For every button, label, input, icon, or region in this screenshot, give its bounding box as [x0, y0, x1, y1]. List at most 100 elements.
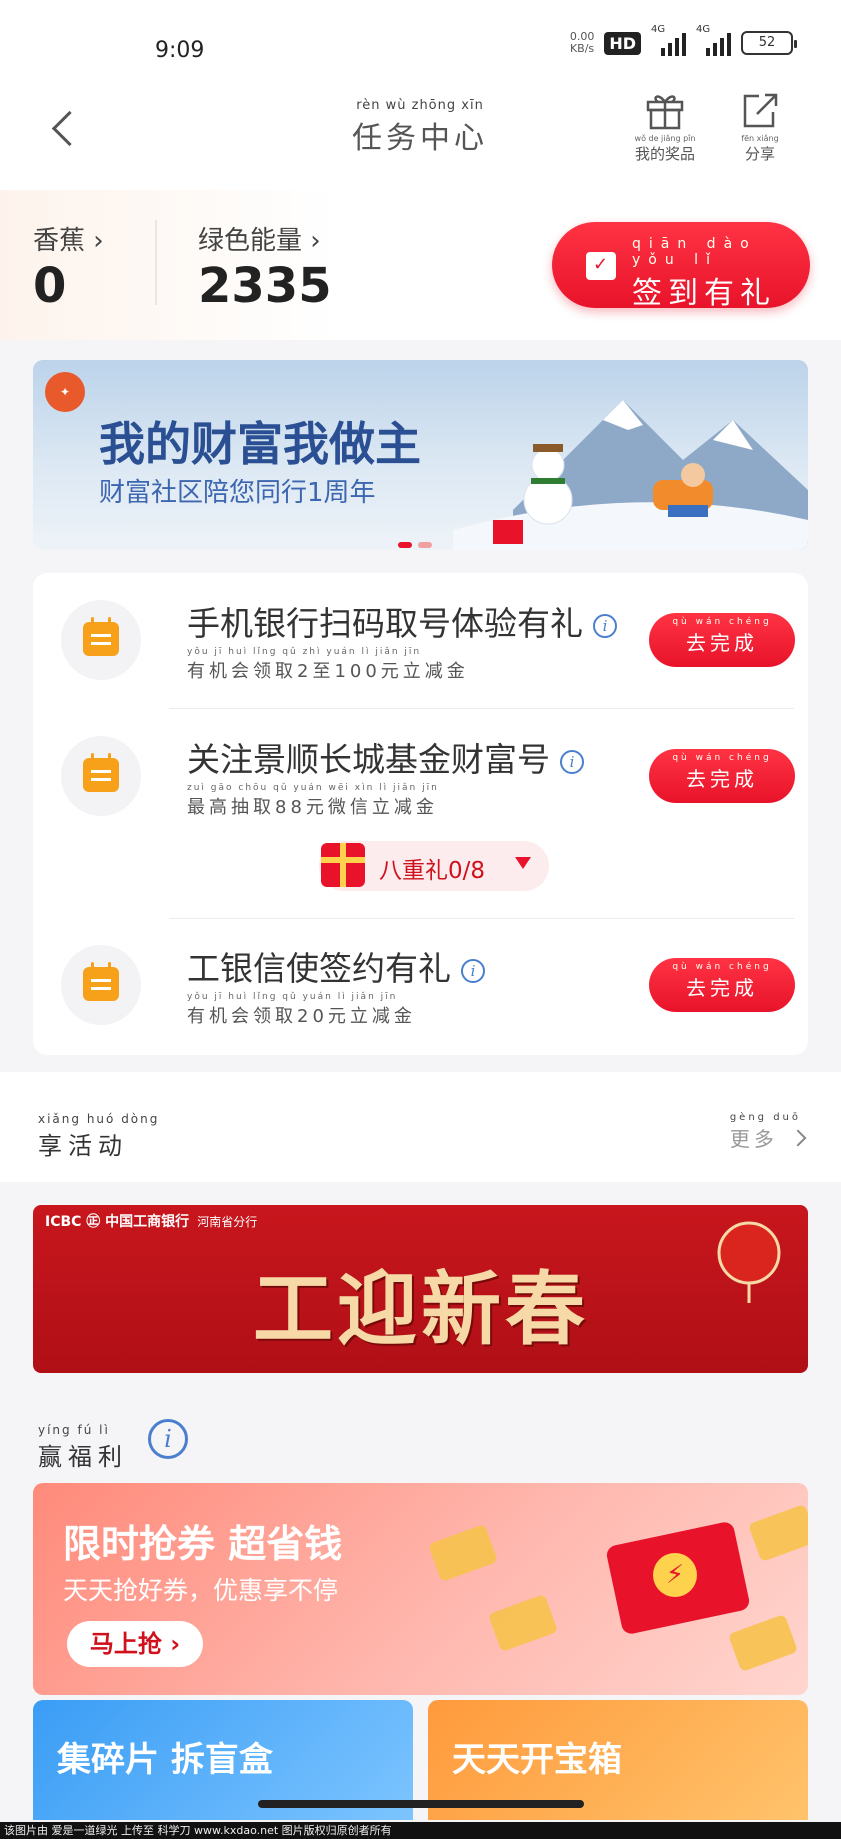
energy-value: 2335: [198, 258, 332, 314]
share-pinyin: fēn xiǎng: [741, 134, 779, 143]
task-subtitle-pinyin: yǒu jī huì lǐng qǔ zhì yuán lì jiǎn jīn: [187, 647, 422, 657]
go-complete-button[interactable]: qù wán chéng 去完成: [649, 749, 795, 803]
button-label: 去完成: [686, 976, 758, 1000]
eight-gifts-toggle[interactable]: 八重礼0/8: [319, 841, 549, 891]
section-title-pinyin: yíng fú lì: [38, 1423, 110, 1437]
grab-now-button[interactable]: 马上抢 ›: [67, 1621, 203, 1667]
task-title: 工银信使签约有礼 i: [187, 942, 485, 990]
status-icons: 0.00 KB/s HD 4G 4G 52: [569, 24, 797, 56]
page-title-pinyin: rèn wù zhōng xīn: [356, 98, 484, 113]
task-center-screen: 9:09 0.00 KB/s HD 4G 4G 52 rèn wù zhōng …: [0, 0, 841, 1839]
banner-slogan: 工迎新春: [253, 1262, 589, 1356]
banana-link[interactable]: 香蕉 ›: [33, 220, 104, 257]
task-title: 关注景顺长城基金财富号 i: [187, 733, 584, 781]
gift-box-icon: [321, 843, 365, 887]
share-button[interactable]: fēn xiǎng 分享: [725, 90, 795, 164]
tile-title: 集碎片 拆盲盒: [57, 1740, 273, 1780]
watermark-footer: 该图片由 爱是一道绿光 上传至 科学刀 www.kxdao.net 图片版权归原…: [0, 1822, 841, 1839]
banana-label: 香蕉: [33, 226, 86, 256]
winter-scene-illustration: [453, 400, 808, 550]
chevron-right-icon: ›: [93, 226, 104, 256]
calendar-icon: [83, 962, 119, 1001]
gift-icon: [646, 95, 684, 130]
task-item: 手机银行扫码取号体验有礼 i yǒu jī huì lǐng qǔ zhì yuá…: [33, 573, 808, 703]
task-subtitle: yǒu jī huì lǐng qǔ zhì yuán lì jiǎn jīn …: [187, 647, 469, 683]
task-title-text: 关注景顺长城基金财富号: [187, 740, 550, 779]
divider: [155, 220, 157, 305]
my-prizes-pinyin: wǒ de jiǎng pǐn: [634, 134, 696, 143]
promo-banner-wealth[interactable]: ✦ 我的财富我做主 财富社区陪您同行1周年: [33, 360, 808, 550]
lightning-icon: ⚡: [653, 1553, 697, 1597]
lantern-icon: [717, 1221, 781, 1303]
button-pinyin: qù wán chéng: [672, 617, 772, 627]
sign-in-button[interactable]: qiān dào yǒu lǐ 签到有礼: [552, 222, 810, 311]
banner-title: 我的财富我做主: [99, 417, 421, 471]
coupon-decoration: [727, 1613, 799, 1673]
signal-icon-2: 4G: [696, 24, 731, 56]
network-type-2: 4G: [696, 24, 711, 35]
tile-title: 天天开宝箱: [452, 1740, 622, 1780]
my-prizes-button[interactable]: wǒ de jiǎng pǐn 我的奖品: [625, 90, 705, 164]
go-complete-button[interactable]: qù wán chéng 去完成: [649, 958, 795, 1012]
spring-festival-banner[interactable]: ICBC ㊣ 中国工商银行 河南省分行 工迎新春: [33, 1205, 808, 1373]
status-time: 9:09: [155, 38, 205, 63]
section-title-text: 享活动: [38, 1132, 128, 1160]
hd-icon: HD: [604, 31, 641, 55]
welfare-section-header: yíng fú lì 赢福利 i: [0, 1395, 841, 1475]
task-list-card: 手机银行扫码取号体验有礼 i yǒu jī huì lǐng qǔ zhì yuá…: [33, 573, 808, 1055]
icbc-brand: ICBC ㊣ 中国工商银行 河南省分行: [45, 1211, 257, 1231]
signal-icon: 4G: [651, 24, 686, 56]
task-title-text: 手机银行扫码取号体验有礼: [187, 604, 583, 643]
task-title: 手机银行扫码取号体验有礼 i: [187, 597, 617, 645]
battery-icon: 52: [741, 31, 797, 55]
task-subtitle-text: 最高抽取88元微信立减金: [187, 797, 438, 818]
calendar-icon: [83, 617, 119, 656]
section-title: xiǎng huó dòng 享活动: [38, 1112, 159, 1161]
more-link[interactable]: gèng duō 更多: [730, 1112, 807, 1152]
task-subtitle-text: 有机会领取2至100元立减金: [187, 661, 469, 682]
coupon-decoration: [427, 1523, 499, 1583]
task-icon-circle: [61, 600, 141, 680]
info-icon[interactable]: i: [593, 613, 617, 638]
task-subtitle: zuì gāo chōu qǔ yuán wēi xìn lì jiǎn jīn…: [187, 783, 439, 819]
banner-subtitle: 财富社区陪您同行1周年: [99, 478, 376, 508]
energy-label: 绿色能量: [198, 226, 303, 256]
coupon-decoration: [747, 1503, 808, 1563]
coupon-decoration: [487, 1593, 559, 1653]
share-icon: [743, 93, 778, 128]
task-icon-circle: [61, 945, 141, 1025]
points-summary: 香蕉 › 0 绿色能量 › 2335 qiān dào yǒu lǐ 签到有礼: [0, 190, 841, 340]
info-icon[interactable]: i: [461, 958, 485, 983]
back-button[interactable]: [45, 100, 85, 160]
section-title-pinyin: xiǎng huó dòng: [38, 1112, 160, 1126]
button-label: 去完成: [686, 767, 758, 791]
home-indicator[interactable]: [258, 1800, 584, 1808]
info-icon[interactable]: i: [560, 749, 584, 774]
nav-header: rèn wù zhōng xīn 任务中心 wǒ de jiǎng pǐn 我的…: [0, 90, 841, 190]
coupon-promo-banner[interactable]: ⚡ 限时抢券 超省钱 天天抢好券，优惠享不停 马上抢 ›: [33, 1483, 808, 1695]
button-pinyin: qù wán chéng: [672, 962, 772, 972]
go-complete-button[interactable]: qù wán chéng 去完成: [649, 613, 795, 667]
my-prizes-label: 我的奖品: [634, 145, 695, 163]
logo-stamp-icon: ✦: [45, 372, 85, 412]
promo-title: 限时抢券 超省钱: [63, 1522, 343, 1566]
task-item: 工银信使签约有礼 i yǒu jī huì lǐng qǔ yuán lì jiǎ…: [33, 918, 808, 1054]
sign-in-pinyin: qiān dào yǒu lǐ: [632, 236, 757, 268]
share-label: 分享: [744, 145, 775, 163]
info-icon[interactable]: i: [148, 1419, 188, 1459]
calendar-icon: [83, 753, 119, 792]
arrow-down-icon: [515, 857, 531, 869]
carousel-indicator: [398, 542, 432, 548]
task-subtitle-text: 有机会领取20元立减金: [187, 1006, 416, 1027]
calendar-check-icon: [586, 252, 616, 280]
button-label: 去完成: [686, 631, 758, 655]
sign-in-text: qiān dào yǒu lǐ 签到有礼: [632, 236, 810, 312]
speed-unit: KB/s: [569, 42, 595, 55]
activities-section-header: xiǎng huó dòng 享活动 gèng duō 更多: [0, 1072, 841, 1182]
energy-link[interactable]: 绿色能量 ›: [198, 220, 321, 257]
task-icon-circle: [61, 736, 141, 816]
page-title: rèn wù zhōng xīn 任务中心: [340, 98, 500, 157]
task-title-text: 工银信使签约有礼: [187, 949, 451, 988]
status-bar: 9:09 0.00 KB/s HD 4G 4G 52: [0, 0, 841, 90]
branch-name: 河南省分行: [197, 1215, 258, 1229]
